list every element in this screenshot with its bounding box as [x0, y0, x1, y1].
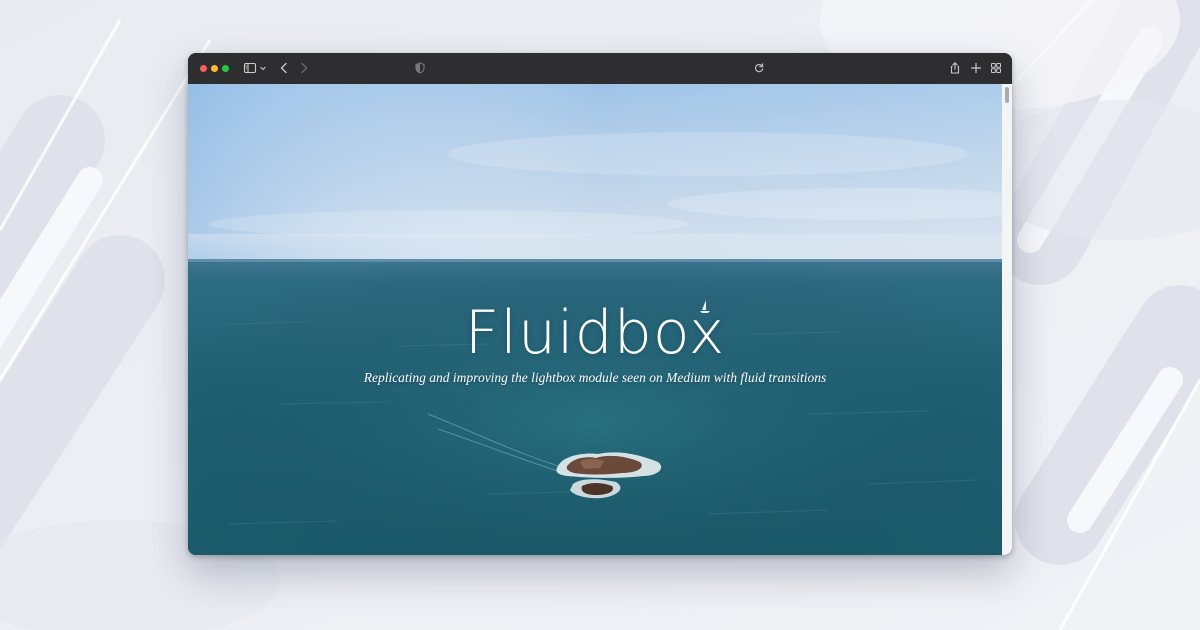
page-title: Fluidbox	[464, 298, 726, 368]
browser-window: Fluidbox Replicating and improving the l…	[188, 53, 1012, 555]
new-tab-icon[interactable]	[969, 61, 983, 75]
back-arrow-icon[interactable]	[277, 61, 291, 75]
reload-icon[interactable]	[752, 61, 766, 75]
page-subtitle: Replicating and improving the lightbox m…	[363, 370, 827, 385]
scrollbar-thumb[interactable]	[1005, 87, 1009, 103]
share-icon[interactable]	[948, 61, 962, 75]
address-bar-text[interactable]	[433, 61, 733, 75]
minimize-window-button[interactable]	[211, 65, 218, 72]
zoom-window-button[interactable]	[222, 65, 229, 72]
sidebar-toggle-icon[interactable]	[243, 61, 257, 75]
forward-arrow-icon[interactable]	[297, 61, 311, 75]
chevron-down-icon[interactable]	[259, 61, 267, 75]
tab-overview-icon[interactable]	[989, 61, 1003, 75]
privacy-shield-icon[interactable]	[413, 61, 427, 75]
close-window-button[interactable]	[200, 65, 207, 72]
browser-toolbar	[188, 53, 1012, 85]
page-viewport: Fluidbox Replicating and improving the l…	[188, 84, 1002, 555]
vertical-scrollbar[interactable]	[1002, 84, 1012, 555]
